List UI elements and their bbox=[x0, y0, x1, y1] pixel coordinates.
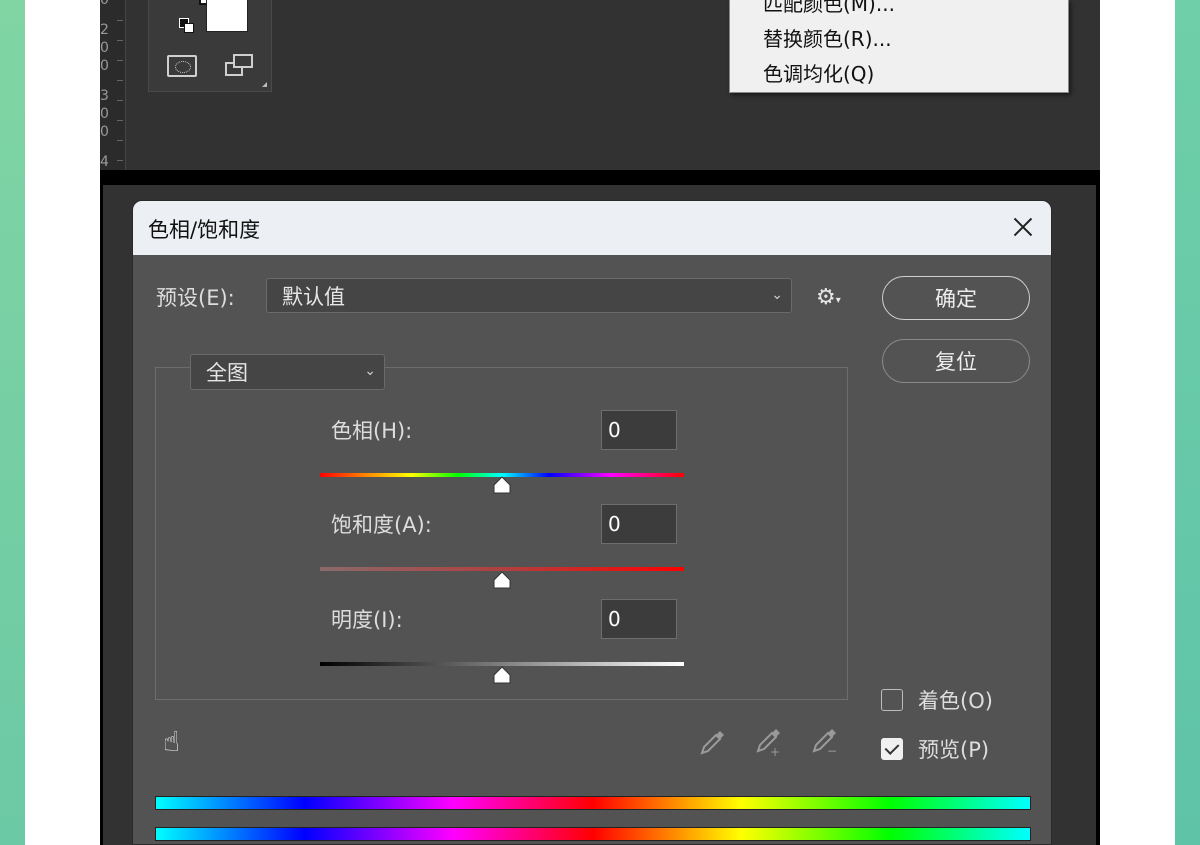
hue-input[interactable]: 0 bbox=[601, 410, 677, 450]
background-left bbox=[0, 0, 25, 845]
ruler-label: 0 bbox=[100, 58, 109, 74]
eyedropper-plus-icon[interactable]: + bbox=[754, 727, 784, 757]
preset-label: 预设(E): bbox=[156, 286, 235, 310]
close-button[interactable] bbox=[1007, 211, 1039, 243]
hue-saturation-dialog: 色相/饱和度 预设(E): 默认值 ⌄ ⚙▾ 确定 复位 全图 ⌄ 色相(H):… bbox=[132, 200, 1052, 845]
chevron-down-icon: ⌄ bbox=[364, 363, 376, 379]
lightness-slider-thumb[interactable] bbox=[492, 666, 512, 684]
lightness-input[interactable]: 0 bbox=[601, 599, 677, 639]
submenu-triangle-icon bbox=[262, 82, 267, 87]
adjustments-menu: 匹配颜色(M)... 替换颜色(R)... 色调均化(Q) bbox=[729, 0, 1069, 93]
preview-label: 预览(P) bbox=[918, 738, 990, 762]
adjustment-group bbox=[155, 367, 848, 700]
eyedropper-minus-icon[interactable]: − bbox=[810, 727, 840, 757]
menu-item-replace-color[interactable]: 替换颜色(R)... bbox=[763, 23, 892, 52]
preview-checkbox[interactable] bbox=[881, 738, 903, 760]
input-color-spectrum bbox=[155, 796, 1031, 810]
screen-mode-icon[interactable] bbox=[225, 54, 255, 78]
quick-mask-icon[interactable] bbox=[167, 55, 197, 77]
channel-value: 全图 bbox=[206, 361, 248, 385]
ok-button[interactable]: 确定 bbox=[882, 276, 1030, 320]
eyedropper-icon[interactable] bbox=[698, 727, 728, 757]
ruler-label: 0 bbox=[100, 124, 109, 140]
menu-item-equalize[interactable]: 色调均化(Q) bbox=[763, 58, 874, 87]
ruler-label: 0 bbox=[100, 106, 109, 122]
vertical-ruler: 0 2 0 0 3 0 0 4 bbox=[100, 0, 126, 170]
dialog-title: 色相/饱和度 bbox=[148, 218, 261, 242]
preset-dropdown[interactable]: 默认值 ⌄ bbox=[266, 278, 792, 313]
dialog-titlebar: 色相/饱和度 bbox=[133, 201, 1051, 255]
saturation-slider-thumb[interactable] bbox=[492, 571, 512, 589]
default-colors-icon[interactable] bbox=[179, 18, 195, 34]
gear-icon[interactable]: ⚙▾ bbox=[816, 285, 841, 310]
channel-dropdown[interactable]: 全图 ⌄ bbox=[190, 354, 385, 390]
saturation-label: 饱和度(A): bbox=[331, 513, 432, 537]
tools-panel bbox=[148, 0, 272, 92]
saturation-input[interactable]: 0 bbox=[601, 504, 677, 544]
hue-slider-thumb[interactable] bbox=[492, 476, 512, 494]
ruler-label: 0 bbox=[100, 40, 109, 56]
background-color-swatch[interactable] bbox=[206, 0, 248, 32]
ruler-label: 4 bbox=[100, 154, 109, 170]
photoshop-workspace: 0 2 0 0 3 0 0 4 匹配颜色(M)... 替换颜色(R)... 色调… bbox=[100, 0, 1100, 170]
reset-button[interactable]: 复位 bbox=[882, 339, 1030, 383]
chevron-down-icon: ⌄ bbox=[771, 287, 783, 303]
svg-text:+: + bbox=[770, 745, 780, 757]
colorize-label: 着色(O) bbox=[918, 689, 993, 713]
output-color-spectrum[interactable] bbox=[155, 827, 1031, 841]
ruler-label: 2 bbox=[100, 22, 109, 38]
preset-value: 默认值 bbox=[282, 285, 345, 309]
targeted-adjustment-hand-icon[interactable]: ☝ bbox=[163, 725, 180, 758]
ruler-label: 0 bbox=[100, 0, 109, 8]
background-right bbox=[1175, 0, 1200, 845]
lightness-label: 明度(I): bbox=[331, 608, 403, 632]
svg-text:−: − bbox=[827, 744, 837, 757]
menu-item-match-color[interactable]: 匹配颜色(M)... bbox=[763, 0, 895, 17]
ruler-label: 3 bbox=[100, 88, 109, 104]
colorize-checkbox[interactable] bbox=[881, 689, 903, 711]
hue-label: 色相(H): bbox=[331, 419, 413, 443]
